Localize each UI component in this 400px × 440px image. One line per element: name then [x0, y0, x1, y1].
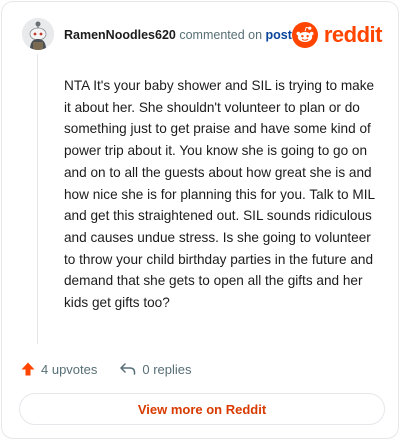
- reply-button[interactable]: 0 replies: [119, 361, 192, 377]
- comment-embed-card: RamenNoodles620 commented on post reddit…: [1, 1, 399, 439]
- reddit-logo-icon: [291, 22, 318, 48]
- comment-header: RamenNoodles620 commented on post reddit: [2, 2, 398, 68]
- brand-wordmark: reddit: [323, 22, 383, 47]
- action-text: commented on: [179, 28, 263, 42]
- reply-arrow-icon: [120, 363, 136, 375]
- post-link[interactable]: post: [266, 28, 292, 42]
- upvote-button[interactable]: 4 upvotes: [20, 361, 97, 377]
- thread-line: [37, 54, 38, 344]
- comment-actions: 4 upvotes 0 replies: [20, 359, 192, 379]
- upvote-arrow-icon: [21, 362, 35, 376]
- comment-body: NTA It's your baby shower and SIL is try…: [64, 78, 375, 311]
- snoo-avatar-icon: [22, 18, 54, 50]
- reddit-brand[interactable]: reddit: [291, 20, 383, 50]
- upvote-count: 4 upvotes: [41, 361, 98, 377]
- user-avatar[interactable]: [22, 18, 54, 50]
- comment-meta: RamenNoodles620 commented on post: [64, 28, 292, 42]
- view-more-button[interactable]: View more on Reddit: [19, 393, 385, 425]
- reply-count: 0 replies: [142, 361, 192, 377]
- author-username[interactable]: RamenNoodles620: [64, 28, 176, 42]
